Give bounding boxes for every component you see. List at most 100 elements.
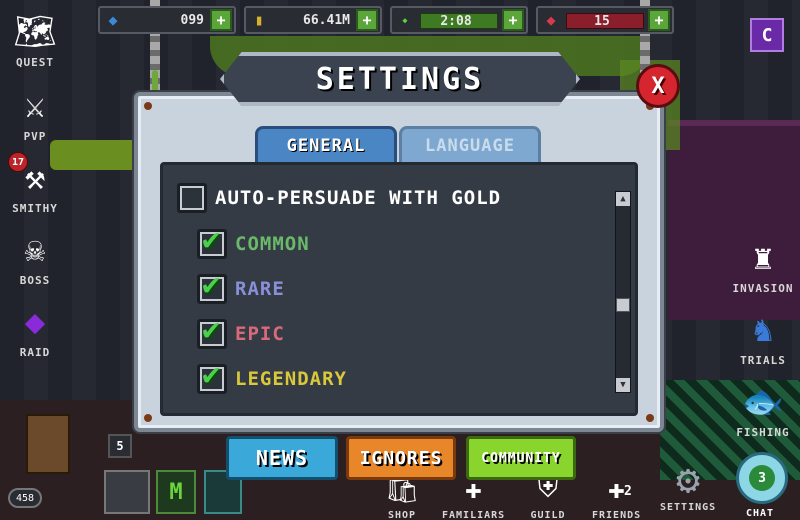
- tickets-bar: 15: [566, 13, 644, 29]
- legendary-checkbox[interactable]: ✔: [197, 357, 227, 394]
- common-checkbox[interactable]: ✔: [197, 222, 227, 259]
- add-gems-button[interactable]: +: [210, 9, 232, 31]
- option-label: COMMON: [235, 233, 310, 255]
- energy-timer-bar: 2:08: [420, 13, 498, 29]
- smithy-label: SMITHY: [12, 202, 58, 215]
- boss-button[interactable]: ☠ BOSS: [0, 224, 70, 287]
- quest-label: QUEST: [15, 56, 55, 69]
- friends-icon: ✚: [608, 471, 625, 505]
- add-energy-button[interactable]: +: [502, 9, 524, 31]
- community-button[interactable]: COMMUNITY: [466, 436, 576, 480]
- rivet: [144, 414, 152, 422]
- purple-crystal-icon: ◆: [24, 302, 46, 342]
- ticket-icon: ◆: [546, 11, 556, 29]
- mount-icon[interactable]: M: [156, 470, 196, 514]
- energy-icon: ⬩: [402, 11, 408, 29]
- fishing-button[interactable]: 🐟 FISHING: [728, 376, 798, 439]
- tab-general[interactable]: GENERAL: [255, 126, 397, 162]
- resource-bar: ◆ 099 + ▮ 66.41M + ⬩ 2:08 + ◆ 15 +: [98, 6, 674, 36]
- player-count: 5: [108, 434, 132, 458]
- player-avatar[interactable]: 458: [6, 404, 86, 514]
- gold-value: 66.41M: [303, 12, 350, 28]
- tab-language[interactable]: LANGUAGE: [399, 126, 541, 162]
- tickets-value: 15: [594, 13, 610, 29]
- settings-button[interactable]: ⚙ SETTINGS: [660, 457, 717, 513]
- pvp-label: PVP: [23, 130, 47, 143]
- settings-title-plate: SETTINGS: [220, 52, 580, 106]
- chat-label: CHAT: [746, 508, 775, 519]
- player-level: 458: [8, 488, 42, 508]
- gear-icon: ⚙: [676, 457, 701, 503]
- news-button[interactable]: NEWS: [226, 436, 338, 480]
- pvp-button[interactable]: ⚔ PVP: [0, 80, 70, 143]
- option-label: AUTO-PERSUADE WITH GOLD: [215, 187, 502, 209]
- settings-options-list: AUTO-PERSUADE WITH GOLD ✔ COMMON ✔ RARE …: [160, 162, 638, 416]
- gems-value: 099: [180, 12, 204, 28]
- option-label: EPIC: [235, 323, 285, 345]
- trials-button[interactable]: ♞ TRIALS: [728, 304, 798, 367]
- close-icon: X: [651, 73, 665, 99]
- option-common[interactable]: ✔ COMMON: [197, 222, 310, 259]
- option-label: LEGENDARY: [235, 368, 347, 390]
- checkmark-icon: ✔: [202, 267, 222, 302]
- friends-badge: 2: [624, 484, 632, 499]
- option-label: RARE: [235, 278, 285, 300]
- gem-icon: ◆: [108, 11, 118, 29]
- option-legendary[interactable]: ✔ LEGENDARY: [197, 357, 347, 394]
- shop-label: SHOP: [387, 510, 417, 520]
- skull-icon: ☠: [24, 230, 46, 270]
- rivet: [646, 414, 654, 422]
- option-epic[interactable]: ✔ EPIC: [197, 312, 285, 349]
- player-sprite: [26, 414, 70, 474]
- options-scrollbar[interactable]: ▲ ▼: [615, 191, 631, 393]
- rivet: [144, 102, 152, 110]
- scroll-down-icon[interactable]: ▼: [616, 378, 630, 392]
- gold-counter: ▮ 66.41M +: [244, 6, 382, 34]
- option-rare[interactable]: ✔ RARE: [197, 267, 285, 304]
- gold-bar-icon: ▮: [254, 11, 264, 29]
- guild-label: GUILD: [530, 510, 566, 520]
- checkmark-icon: ✔: [202, 222, 222, 257]
- add-tickets-button[interactable]: +: [648, 9, 670, 31]
- scroll-up-icon[interactable]: ▲: [616, 192, 630, 206]
- raid-button[interactable]: ◆ RAID: [0, 296, 70, 359]
- quest-button[interactable]: 🗺 QUEST: [0, 6, 70, 69]
- tower-icon: ♜: [752, 238, 774, 278]
- settings-tabs: GENERAL LANGUAGE: [255, 126, 541, 162]
- settings-label: SETTINGS: [660, 502, 717, 513]
- auto-persuade-checkbox[interactable]: [177, 183, 207, 213]
- chat-button[interactable]: 3: [736, 452, 788, 504]
- smithy-button[interactable]: ⚒ SMITHY 17: [0, 152, 70, 215]
- tickets-counter: ◆ 15 +: [536, 6, 674, 34]
- friends-label: FRIENDS: [592, 510, 642, 520]
- invasion-label: INVASION: [732, 282, 794, 295]
- smithy-badge: 17: [8, 152, 28, 172]
- familiars-label: FAMILIARS: [442, 510, 506, 520]
- option-auto-persuade[interactable]: AUTO-PERSUADE WITH GOLD: [177, 183, 501, 213]
- corner-menu-button[interactable]: C: [750, 18, 784, 52]
- scroll-thumb[interactable]: [616, 298, 630, 312]
- raid-label: RAID: [19, 346, 51, 359]
- rare-checkbox[interactable]: ✔: [197, 267, 227, 304]
- close-button[interactable]: X: [636, 64, 680, 108]
- friends-button[interactable]: ✚ FRIENDS 2: [592, 466, 641, 520]
- trials-label: TRIALS: [740, 354, 786, 367]
- fish-icon: 🐟: [741, 382, 785, 422]
- checkmark-icon: ✔: [202, 357, 222, 392]
- invasion-button[interactable]: ♜ INVASION: [728, 232, 798, 295]
- inventory-icon[interactable]: [104, 470, 150, 514]
- epic-checkbox[interactable]: ✔: [197, 312, 227, 349]
- add-gold-button[interactable]: +: [356, 9, 378, 31]
- chat-badge: 3: [749, 465, 775, 491]
- ignores-button[interactable]: IGNORES: [346, 436, 456, 480]
- fishing-label: FISHING: [736, 426, 790, 439]
- checkmark-icon: ✔: [202, 312, 222, 347]
- trials-icon: ♞: [752, 310, 774, 350]
- energy-timer: 2:08: [440, 13, 472, 29]
- energy-counter: ⬩ 2:08 +: [390, 6, 528, 34]
- gems-counter: ◆ 099 +: [98, 6, 236, 34]
- map-scroll-icon: 🗺: [13, 12, 57, 52]
- settings-title: SETTINGS: [315, 61, 485, 97]
- crossed-swords-icon: ⚔: [24, 86, 46, 126]
- boss-label: BOSS: [19, 274, 51, 287]
